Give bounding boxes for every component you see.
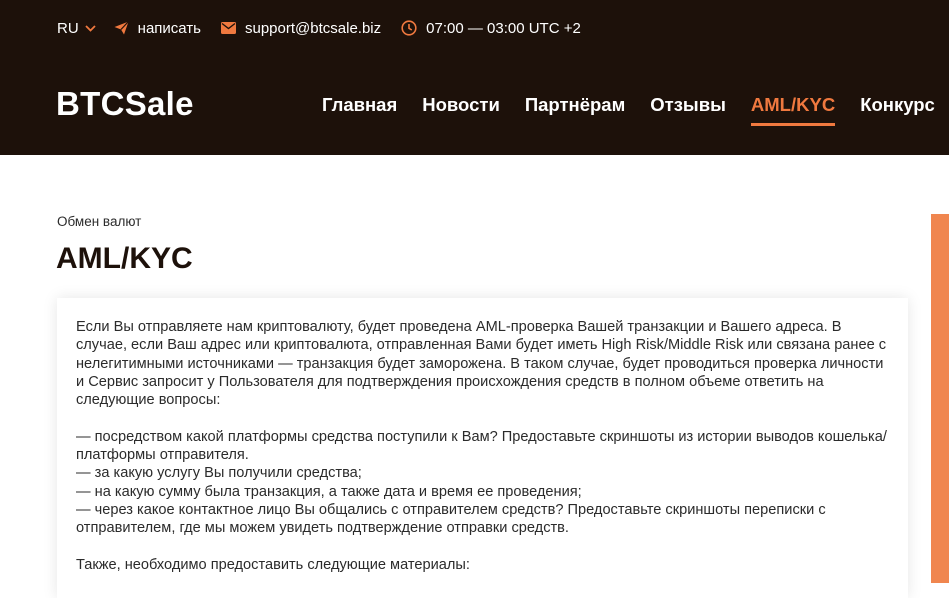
side-accent-bar [931, 214, 949, 583]
materials-paragraph: Также, необходимо предоставить следующие… [76, 556, 470, 573]
topbar: RU написать support@btcsale.biz 07:00 — … [57, 17, 601, 39]
chevron-down-icon [85, 24, 96, 32]
write-label: написать [137, 19, 201, 37]
language-selector[interactable]: RU [57, 20, 96, 37]
paper-plane-icon [114, 21, 129, 35]
content-body: Если Вы отправляете нам криптовалюту, бу… [76, 318, 888, 574]
question-item: — на какую сумму была транзакция, а такж… [76, 483, 582, 500]
intro-paragraph: Если Вы отправляете нам криптовалюту, бу… [76, 319, 887, 409]
nav-item-aml-kyc[interactable]: AML/KYC [750, 92, 836, 126]
email-address: support@btcsale.biz [245, 19, 382, 37]
question-item: — через какое контактное лицо Вы общалис… [76, 501, 826, 537]
nav-item-news[interactable]: Новости [422, 92, 500, 123]
email-link[interactable]: support@btcsale.biz [221, 20, 381, 37]
nav-item-home[interactable]: Главная [322, 92, 397, 123]
breadcrumb[interactable]: Обмен валют [57, 214, 141, 229]
language-code: RU [57, 19, 79, 37]
site-logo[interactable]: BTCSale [56, 84, 194, 124]
nav-item-reviews[interactable]: Отзывы [650, 92, 726, 123]
write-link[interactable]: написать [114, 20, 201, 37]
site-header: RU написать support@btcsale.biz 07:00 — … [0, 0, 949, 155]
nav-item-partners[interactable]: Партнёрам [525, 92, 625, 123]
nav-item-contest[interactable]: Конкурс [860, 92, 935, 123]
question-item: — посредством какой платформы средства п… [76, 428, 887, 464]
question-item: — за какую услугу Вы получили средства; [76, 465, 362, 482]
content-card: Если Вы отправляете нам криптовалюту, бу… [57, 298, 908, 598]
envelope-icon [221, 22, 236, 34]
page-title: AML/KYC [56, 242, 193, 275]
clock-icon [401, 20, 417, 36]
hours-text: 07:00 — 03:00 UTC +2 [426, 19, 581, 37]
working-hours: 07:00 — 03:00 UTC +2 [401, 20, 581, 37]
main-nav: Главная Новости Партнёрам Отзывы AML/KYC… [322, 92, 949, 126]
